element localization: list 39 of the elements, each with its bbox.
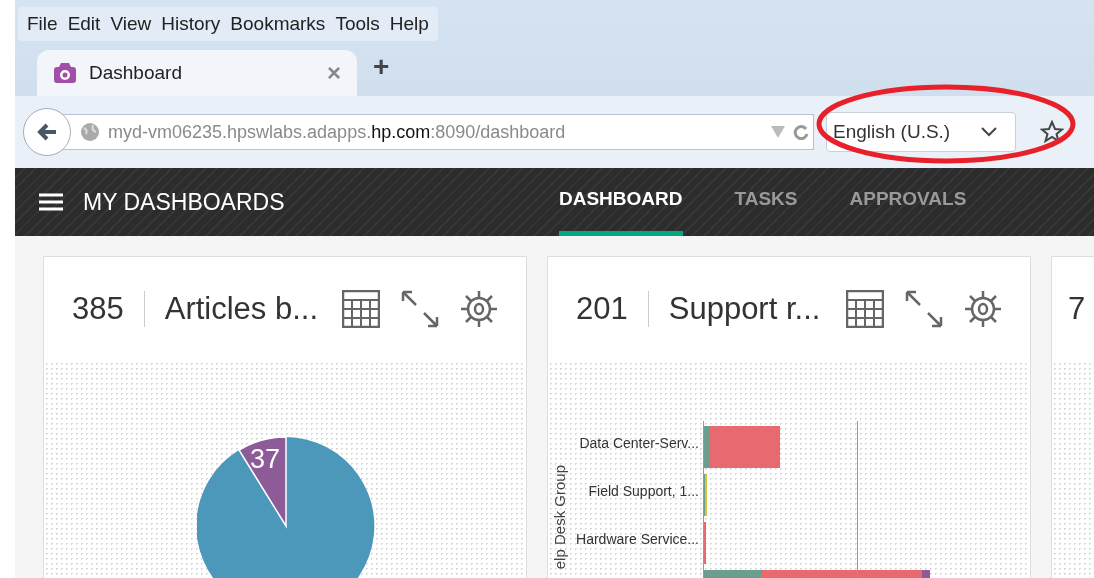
menu-item[interactable]: Tools [330,6,385,42]
app-title: MY DASHBOARDS [83,187,286,217]
expand-icon[interactable] [400,289,440,329]
pie-label: 37 [250,443,281,476]
nav-tab[interactable]: TASKS [734,168,798,236]
menu-item[interactable]: File [22,6,63,42]
widget-count: 385 [72,289,124,328]
reload-icon[interactable] [793,123,809,141]
tab-title: Dashboard [89,60,183,85]
menu-item[interactable]: History [156,6,226,42]
new-tab-button[interactable]: + [373,46,390,88]
grid-icon[interactable] [342,290,380,328]
settings-icon[interactable] [964,289,1002,329]
menu-item[interactable]: Bookmarks [225,6,331,42]
menu-item[interactable]: Edit [62,6,106,42]
back-button[interactable] [23,108,71,156]
language-select[interactable]: English (U.S.) [826,112,1016,152]
widget-count: 201 [576,289,628,328]
url-text: myd-vm06235.hpswlabs.adapps.hp.com:8090/dashboard [108,120,566,144]
globe-icon [80,122,100,142]
widget-count: 7 [1068,289,1086,328]
chevron-down-icon [981,127,997,137]
back-arrow-icon [36,122,58,142]
menu-item[interactable]: Help [384,6,434,42]
expand-icon[interactable] [904,289,944,329]
settings-icon[interactable] [460,289,498,329]
widget-title: Support r... [668,289,821,328]
category-label: Data Center-Serv... [579,434,699,453]
category-label: Field Support, 1... [588,482,699,501]
category-label: Hardware Service... [576,530,699,549]
nav-tab[interactable]: APPROVALS [849,168,967,236]
grid-icon[interactable] [846,290,884,328]
browser-tab[interactable]: Dashboard × [37,50,357,96]
star-icon[interactable] [1040,120,1064,144]
menu-icon[interactable] [39,193,63,211]
widget-title: Articles b... [164,289,319,328]
menu-item[interactable]: View [105,6,157,42]
axis-title: elp Desk Group [550,464,570,569]
camera-icon [53,62,77,84]
